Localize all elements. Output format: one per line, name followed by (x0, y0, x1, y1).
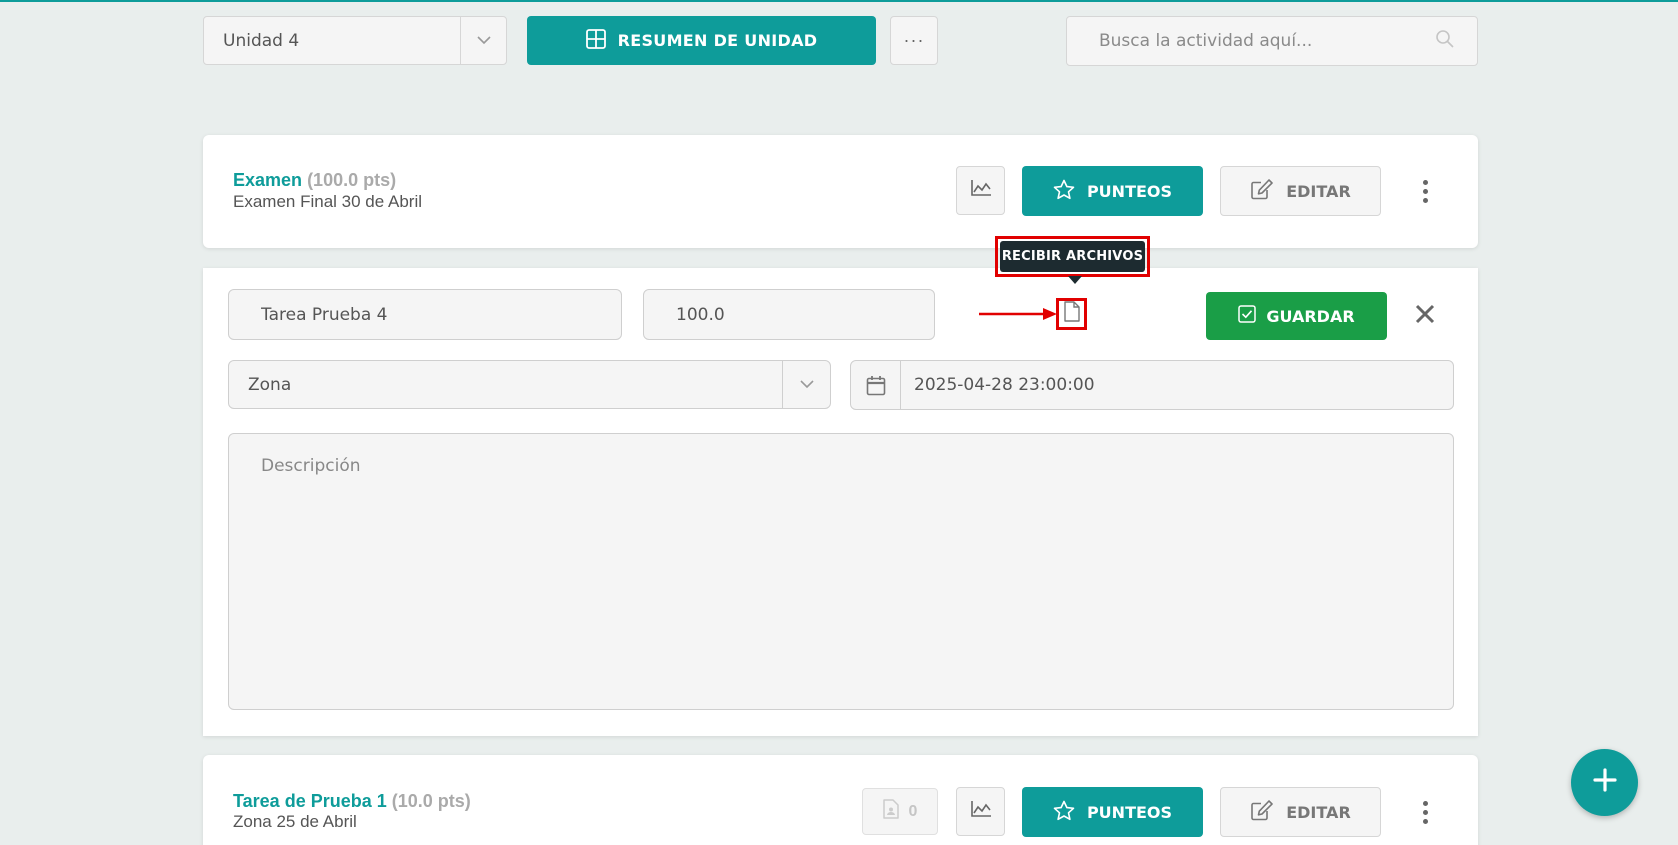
activity-subtitle: Examen Final 30 de Abril (233, 192, 422, 211)
top-accent-line (0, 0, 1678, 2)
annotation-arrow (979, 308, 1057, 320)
plus-icon (1592, 767, 1618, 798)
received-files-count: 0 (908, 802, 918, 820)
activity-points-field[interactable] (643, 289, 935, 340)
chart-icon (970, 800, 992, 823)
save-label: GUARDAR (1266, 306, 1355, 326)
activity-subtitle: Zona 25 de Abril (233, 812, 357, 831)
chevron-down-icon[interactable] (460, 17, 506, 64)
tooltip-highlight: RECIBIR ARCHIVOS (995, 236, 1150, 277)
category-select-value: Zona (248, 374, 292, 395)
calendar-icon[interactable] (851, 361, 901, 409)
activity-title[interactable]: Examen (100.0 pts) (233, 170, 396, 191)
activity-edit-form: RECIBIR ARCHIVOS GUARDAR Zona 2025-04-28… (203, 236, 1478, 736)
activity-title[interactable]: Tarea de Prueba 1 (10.0 pts) (233, 791, 471, 812)
edit-label: EDITAR (1286, 181, 1351, 201)
file-icon (882, 799, 899, 824)
description-field[interactable] (228, 433, 1454, 710)
chart-icon (970, 179, 992, 202)
activity-card-examen: Examen (100.0 pts) Examen Final 30 de Ab… (203, 135, 1478, 248)
more-options-button[interactable]: ··· (890, 16, 938, 65)
receive-files-tooltip: RECIBIR ARCHIVOS (1000, 241, 1145, 272)
checkbox-icon (1238, 305, 1257, 327)
unit-summary-label: RESUMEN DE UNIDAD (617, 31, 818, 50)
activity-points: (100.0 pts) (307, 170, 397, 190)
received-files-button[interactable]: 0 (862, 788, 938, 835)
unit-select[interactable]: Unidad 4 (203, 16, 507, 65)
activity-search[interactable] (1066, 16, 1478, 66)
grid-icon (585, 28, 606, 53)
category-select[interactable]: Zona (228, 360, 831, 409)
activity-name-input[interactable] (261, 304, 621, 325)
due-date-value: 2025-04-28 23:00:00 (914, 375, 1095, 395)
edit-icon (1250, 799, 1274, 825)
search-input[interactable] (1099, 31, 1435, 51)
vertical-dots-icon[interactable] (1415, 792, 1435, 832)
search-icon[interactable] (1435, 29, 1455, 54)
star-icon (1053, 800, 1075, 825)
due-date-field[interactable]: 2025-04-28 23:00:00 (850, 360, 1454, 410)
activity-name: Tarea de Prueba 1 (233, 791, 387, 811)
description-textarea[interactable] (229, 434, 1453, 709)
edit-button[interactable]: EDITAR (1220, 787, 1381, 837)
unit-summary-button[interactable]: RESUMEN DE UNIDAD (527, 16, 876, 65)
receive-files-toggle[interactable] (1056, 298, 1087, 330)
activity-card-tarea-1: Tarea de Prueba 1 (10.0 pts) Zona 25 de … (203, 755, 1478, 845)
chevron-down-icon[interactable] (782, 361, 830, 408)
punteos-label: PUNTEOS (1086, 802, 1173, 822)
activity-points-input[interactable] (676, 304, 934, 325)
edit-icon (1250, 178, 1274, 204)
vertical-dots-icon[interactable] (1415, 171, 1435, 211)
unit-select-value: Unidad 4 (223, 30, 300, 51)
more-options-label: ··· (903, 30, 925, 50)
stats-button[interactable] (956, 166, 1005, 215)
save-button[interactable]: GUARDAR (1206, 292, 1387, 340)
file-icon (1063, 301, 1080, 327)
edit-label: EDITAR (1286, 802, 1351, 822)
stats-button[interactable] (956, 787, 1005, 836)
close-icon[interactable] (1411, 300, 1439, 328)
activity-name: Examen (233, 170, 303, 190)
punteos-button[interactable]: PUNTEOS (1022, 787, 1203, 837)
punteos-label: PUNTEOS (1086, 181, 1173, 201)
edit-button[interactable]: EDITAR (1220, 166, 1381, 216)
star-icon (1053, 179, 1075, 204)
activity-points: (10.0 pts) (391, 791, 471, 811)
tooltip-pointer (1068, 276, 1082, 284)
add-activity-button[interactable] (1571, 749, 1638, 816)
punteos-button[interactable]: PUNTEOS (1022, 166, 1203, 216)
activity-name-field[interactable] (228, 289, 622, 340)
